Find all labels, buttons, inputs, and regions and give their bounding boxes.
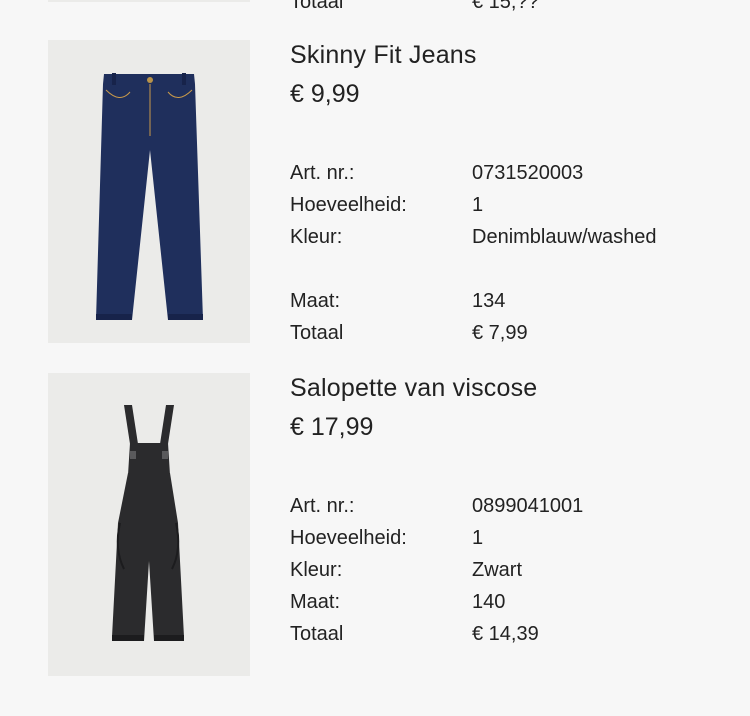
detail-row-color: Kleur: Zwart [290, 554, 730, 586]
previous-total-value: € 15,?? [472, 0, 539, 13]
detail-value: € 7,99 [472, 322, 528, 344]
previous-product-image [48, 0, 250, 2]
detail-value: 0899041001 [472, 495, 584, 517]
detail-value: Zwart [472, 559, 522, 581]
detail-label: Hoeveelheid: [290, 527, 407, 549]
detail-value: 140 [472, 591, 506, 613]
product-name[interactable]: Skinny Fit Jeans [290, 40, 477, 70]
product-price: € 17,99 [290, 413, 374, 441]
jeans-product-image[interactable] [48, 40, 250, 343]
detail-row-size: Maat: 134 [290, 285, 730, 317]
detail-value: 1 [472, 194, 484, 216]
salopette-icon [112, 405, 184, 641]
previous-order-item: Totaal € 15,?? [0, 0, 750, 13]
detail-row-quantity: Hoeveelheid: 1 [290, 522, 730, 554]
detail-label: Maat: [290, 591, 341, 613]
product-details: Art. nr.: 0731520003 Hoeveelheid: 1 Kleu… [290, 157, 730, 349]
detail-value: 134 [472, 290, 506, 312]
detail-label: Hoeveelheid: [290, 194, 407, 216]
jeans-icon [96, 73, 203, 320]
detail-label: Kleur: [290, 226, 343, 248]
detail-label: Art. nr.: [290, 495, 355, 517]
detail-row-art-nr: Art. nr.: 0899041001 [290, 490, 730, 522]
product-name[interactable]: Salopette van viscose [290, 373, 537, 403]
product-price: € 9,99 [290, 80, 360, 108]
salopette-product-image[interactable] [48, 373, 250, 676]
detail-label: Totaal [290, 623, 344, 645]
order-item: Skinny Fit Jeans € 9,99 Art. nr.: 073152… [0, 40, 750, 344]
detail-label: Art. nr.: [290, 162, 355, 184]
detail-row-size: Maat: 140 [290, 586, 730, 618]
detail-row-total: Totaal € 7,99 [290, 317, 730, 349]
detail-label: Maat: [290, 290, 341, 312]
product-details: Art. nr.: 0899041001 Hoeveelheid: 1 Kleu… [290, 490, 730, 650]
detail-row-total: Totaal € 14,39 [290, 618, 730, 650]
detail-value: Denimblauw/washed [472, 226, 657, 248]
order-item: Salopette van viscose € 17,99 Art. nr.: … [0, 373, 750, 677]
detail-value: 0731520003 [472, 162, 584, 184]
detail-label: Kleur: [290, 559, 343, 581]
detail-row-color: Kleur: Denimblauw/washed [290, 221, 730, 253]
previous-total-label: Totaal [290, 0, 344, 13]
detail-label: Totaal [290, 322, 344, 344]
detail-row-art-nr: Art. nr.: 0731520003 [290, 157, 730, 189]
detail-row-quantity: Hoeveelheid: 1 [290, 189, 730, 221]
detail-value: € 14,39 [472, 623, 539, 645]
detail-value: 1 [472, 527, 484, 549]
